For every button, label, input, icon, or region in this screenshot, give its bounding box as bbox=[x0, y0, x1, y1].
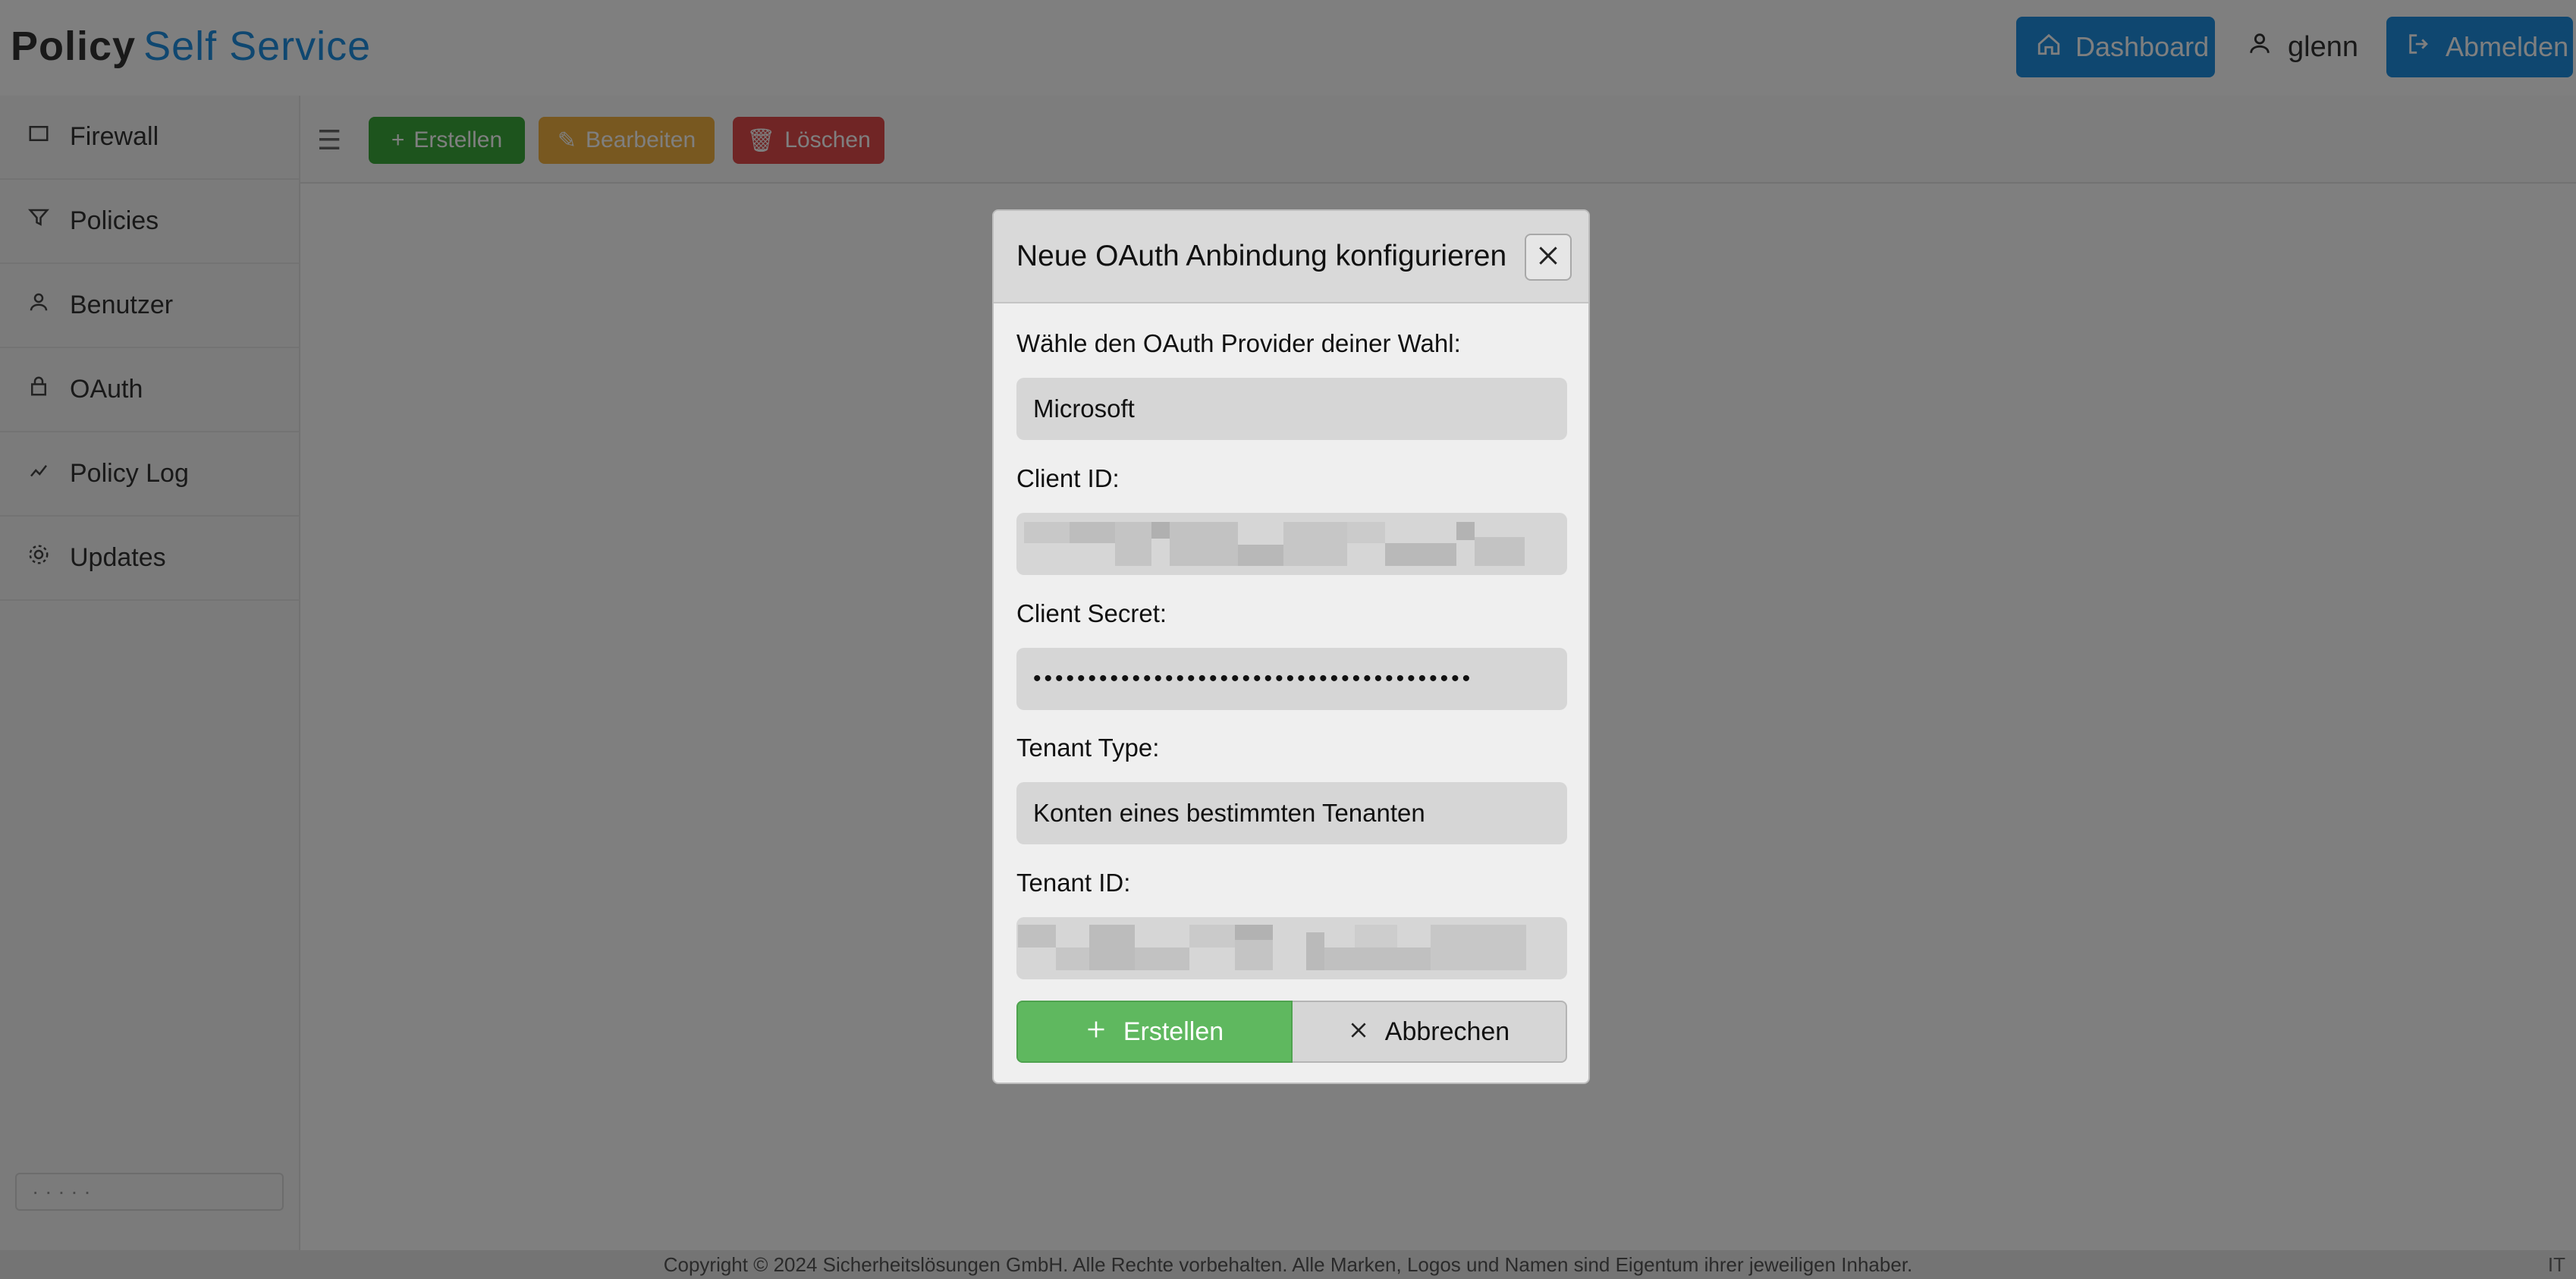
client-secret-value: •••••••••••••••••••••••••••••••••••••••• bbox=[1033, 666, 1474, 691]
tenant-type-select[interactable]: Konten eines bestimmten Tenanten bbox=[1016, 782, 1567, 844]
provider-value: Microsoft bbox=[1033, 394, 1135, 423]
cancel-button-label: Abbrechen bbox=[1384, 1017, 1510, 1046]
provider-label: Wähle den OAuth Provider deiner Wahl: bbox=[1016, 329, 1461, 357]
plus-icon bbox=[1085, 1017, 1107, 1047]
redacted-tenant-id bbox=[1018, 925, 1526, 970]
redacted-client-id bbox=[1024, 522, 1525, 566]
cancel-button[interactable]: Abbrechen bbox=[1293, 1001, 1567, 1063]
provider-select[interactable]: Microsoft bbox=[1016, 378, 1567, 440]
tenant-id-label: Tenant ID: bbox=[1016, 869, 1131, 897]
tenant-type-label: Tenant Type: bbox=[1016, 734, 1160, 762]
close-icon bbox=[1349, 1017, 1368, 1047]
client-id-label: Client ID: bbox=[1016, 464, 1120, 492]
modal-actions: Erstellen Abbrechen bbox=[1016, 1001, 1567, 1063]
oauth-config-modal: Neue OAuth Anbindung konfigurieren Wähle… bbox=[992, 209, 1590, 1084]
client-secret-label: Client Secret: bbox=[1016, 599, 1167, 627]
client-id-field[interactable] bbox=[1016, 513, 1567, 575]
tenant-type-value: Konten eines bestimmten Tenanten bbox=[1033, 799, 1425, 827]
create-button-label: Erstellen bbox=[1123, 1017, 1224, 1046]
close-icon bbox=[1536, 244, 1560, 272]
client-secret-field[interactable]: •••••••••••••••••••••••••••••••••••••••• bbox=[1016, 648, 1567, 710]
tenant-id-field[interactable] bbox=[1016, 917, 1567, 979]
close-button[interactable] bbox=[1525, 234, 1572, 281]
modal-title: Neue OAuth Anbindung konfigurieren bbox=[1016, 240, 1507, 272]
create-button[interactable]: Erstellen bbox=[1016, 1001, 1293, 1063]
modal-header: Neue OAuth Anbindung konfigurieren bbox=[994, 211, 1588, 303]
